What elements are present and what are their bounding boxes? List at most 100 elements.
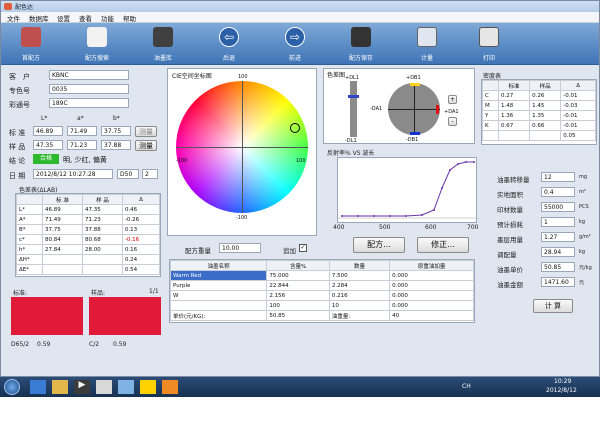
menu-database[interactable]: 数据库: [29, 13, 49, 23]
table-row[interactable]: B* 37.75 37.88 0.13: [16, 224, 160, 235]
calc-unit: g/m²: [579, 234, 591, 240]
table-row[interactable]: 100 10 0.000: [170, 300, 474, 311]
toolbar-first-formula-button[interactable]: 首配方: [9, 25, 53, 63]
pc-taskbar-icon[interactable]: [118, 380, 134, 394]
palette-icon: [21, 27, 41, 47]
x-tick-600: 600: [425, 224, 437, 231]
calc-input[interactable]: 0.4: [541, 187, 575, 197]
toolbar: 首配方 配方搜索 油墨库 ⇦ 后退 ⇨ 前进 配方保存 计量 打印: [1, 23, 599, 65]
menu-view[interactable]: 查看: [79, 13, 92, 23]
input-language-indicator[interactable]: CH: [462, 383, 471, 390]
table-row[interactable]: Warm Red 75.000 7.500 0.000: [170, 270, 474, 281]
calc-unit: 元: [579, 280, 585, 286]
table-row[interactable]: Y 1.36 1.35 -0.01: [482, 110, 596, 121]
menu-function[interactable]: 功能: [101, 13, 114, 23]
sample-l-input[interactable]: 47.35: [33, 140, 63, 150]
table-row[interactable]: K 0.67 0.66 -0.01: [482, 120, 596, 131]
modify-button[interactable]: 修正...: [417, 237, 469, 253]
table-row[interactable]: 单价(元/KG): 50.85 油重量: 40: [170, 310, 474, 321]
sample-a-input[interactable]: 71.23: [67, 140, 97, 150]
table-row[interactable]: W 2.156 0.216 0.000: [170, 290, 474, 301]
toolbar-save-formula-button[interactable]: 配方保存: [339, 25, 383, 63]
calc-label: 调配量: [497, 251, 517, 259]
sample-b-input[interactable]: 37.88: [101, 140, 131, 150]
zoom-out-button[interactable]: -: [448, 117, 457, 126]
standard-l-input[interactable]: 46.89: [33, 126, 63, 136]
table-row[interactable]: M 1.48 1.45 -0.03: [482, 100, 596, 111]
date-label: 日 期: [9, 172, 26, 180]
d65-value: 0.59: [37, 341, 51, 348]
clock-time: 10:29: [554, 378, 572, 385]
da-right-label: +DA1: [444, 109, 459, 115]
date-input[interactable]: 2012/8/12 10:27:28: [33, 169, 113, 179]
menu-file[interactable]: 文件: [7, 13, 20, 23]
cie-title: CIE空间坐标图: [172, 73, 212, 80]
calc-input[interactable]: 1.27: [541, 232, 575, 242]
menu-settings[interactable]: 设置: [57, 13, 70, 23]
explorer-taskbar-icon[interactable]: [52, 380, 68, 394]
cie-tick-top: 100: [238, 74, 248, 80]
measure-standard-button[interactable]: 测量: [135, 126, 157, 137]
append-checkbox[interactable]: ✓: [299, 244, 307, 252]
ie-taskbar-icon[interactable]: [30, 380, 46, 394]
standard-a-input[interactable]: 71.49: [67, 126, 97, 136]
calculate-button[interactable]: 计 算: [533, 299, 573, 313]
calc-unit: 元/kg: [579, 265, 592, 271]
calc-input[interactable]: 55000: [541, 202, 575, 212]
formula-button[interactable]: 配方...: [353, 237, 405, 253]
toolbar-print-button[interactable]: 打印: [467, 25, 511, 63]
measure-sample-button[interactable]: 测量: [135, 140, 157, 151]
dl-scale-bar: [350, 81, 357, 137]
color-code-label: 专色号: [9, 87, 30, 95]
taskbar: ▶ CH 10:29 2012/8/12: [0, 377, 600, 397]
pantone-input[interactable]: 189C: [49, 98, 129, 108]
toolbar-forward-button[interactable]: ⇨ 前进: [273, 25, 317, 63]
menu-bar: 文件 数据库 设置 查看 功能 帮助: [1, 12, 599, 23]
table-row[interactable]: C 0.27 0.26 -0.01: [482, 90, 596, 101]
cie-tick-bottom: -100: [236, 215, 248, 221]
standard-b-input[interactable]: 37.75: [101, 126, 131, 136]
toolbar-ink-library-button[interactable]: 油墨库: [141, 25, 185, 63]
db-neg-marker: [410, 132, 420, 135]
table-row[interactable]: L* 46.89 47.35 0.46: [16, 204, 160, 215]
qq-taskbar-icon[interactable]: [140, 380, 156, 394]
table-row[interactable]: A* 71.49 71.23 -0.26: [16, 214, 160, 225]
firefox-taskbar-icon[interactable]: [162, 380, 178, 394]
a-header: a*: [77, 115, 84, 122]
calc-input[interactable]: 28.94: [541, 247, 575, 257]
table-row[interactable]: ΔE* 0.54: [16, 264, 160, 275]
zoom-in-button[interactable]: +: [448, 95, 457, 104]
c2-label: C/2: [89, 341, 100, 348]
reflectance-curve: [338, 161, 478, 219]
calc-input[interactable]: 50.85: [541, 262, 575, 272]
table-row[interactable]: c* 80.84 80.68 -0.16: [16, 234, 160, 245]
table-row[interactable]: h* 27.84 28.00 0.16: [16, 244, 160, 255]
cie-chart-panel: CIE空间坐标图 100 -100 -100 100: [167, 68, 317, 236]
ab-vertical-axis: [414, 83, 415, 135]
toolbar-calculate-button[interactable]: 计量: [405, 25, 449, 63]
b-header: b*: [113, 115, 120, 122]
toolbar-back-button[interactable]: ⇦ 后退: [207, 25, 251, 63]
recipe-weight-input[interactable]: 10.00: [219, 243, 261, 253]
media-player-taskbar-icon[interactable]: ▶: [74, 380, 90, 394]
illuminant-select[interactable]: D50: [117, 169, 139, 179]
calc-unit: kg: [579, 249, 586, 255]
table-row[interactable]: 0.05: [482, 130, 596, 141]
customer-input[interactable]: KBNC: [49, 70, 129, 80]
color-code-input[interactable]: 0035: [49, 84, 129, 94]
l-header: L*: [41, 115, 48, 122]
calc-input[interactable]: 12: [541, 172, 575, 182]
observer-select[interactable]: 2: [142, 169, 158, 179]
start-button[interactable]: [4, 379, 20, 395]
calc-input[interactable]: 1: [541, 217, 575, 227]
title-bar: 配色达: [1, 1, 599, 12]
density-table: 标准 样品 Δ C 0.27 0.26 -0.01 M 1.48 1.45 -0.03 Y1…: [481, 79, 597, 145]
calc-input[interactable]: 1471.60: [541, 277, 575, 287]
reflectance-title: 反射率% VS 波长: [327, 150, 375, 157]
app-taskbar-icon[interactable]: [96, 380, 112, 394]
cie-tick-right: 100: [296, 158, 306, 164]
menu-help[interactable]: 帮助: [123, 13, 136, 23]
table-row[interactable]: ΔH* 0.24: [16, 254, 160, 265]
table-row[interactable]: Purple 22.844 2.284 0.000: [170, 280, 474, 291]
toolbar-formula-search-button[interactable]: 配方搜索: [75, 25, 119, 63]
